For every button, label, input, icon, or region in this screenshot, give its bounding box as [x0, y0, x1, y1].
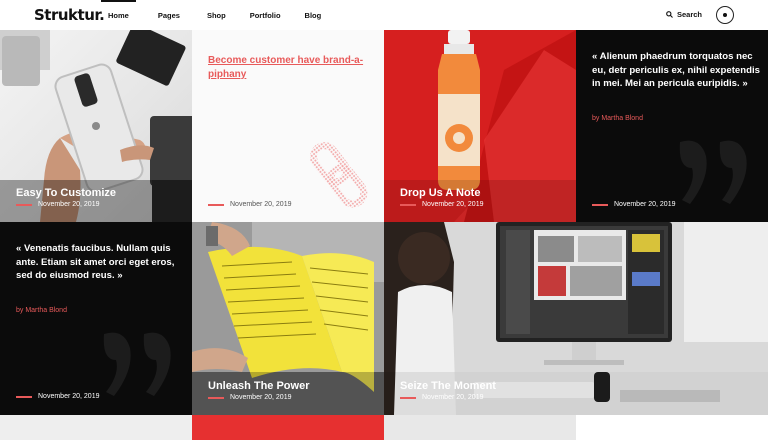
post-tile-unleash-the-power[interactable]: Unleash The Power November 20, 2019 [192, 222, 384, 415]
post-title[interactable]: Drop Us A Note [400, 187, 480, 199]
date-dash [400, 203, 416, 206]
post-date: November 20, 2019 [16, 201, 99, 208]
date-dash [400, 396, 416, 399]
post-tile-partial[interactable] [192, 415, 384, 440]
post-date-text: November 20, 2019 [614, 201, 676, 208]
quote-author[interactable]: by Martha Blond [592, 115, 643, 122]
post-title[interactable]: Easy To Customize [16, 187, 116, 199]
post-date: November 20, 2019 [208, 394, 291, 401]
quote-tile-alienum[interactable]: « Alienum phaedrum torquatos nec eu, det… [576, 30, 768, 222]
dark-mode-toggle[interactable] [716, 6, 734, 24]
post-date-text: November 20, 2019 [230, 201, 292, 208]
post-tile-seize-the-moment[interactable]: Seize The Moment November 20, 2019 [384, 222, 768, 415]
nav-pages[interactable]: Pages [151, 0, 187, 30]
post-title-link[interactable]: Become customer have brand-a-piphany [208, 54, 368, 82]
quote-mark-icon [103, 332, 171, 396]
main-nav: Home Pages Shop Portfolio Blog [101, 0, 328, 30]
search-label: Search [677, 10, 703, 19]
search-button[interactable]: Search [666, 10, 702, 19]
post-tile-partial[interactable] [0, 415, 192, 440]
post-tile-easy-to-customize[interactable]: Easy To Customize November 20, 2019 [0, 30, 192, 222]
post-date-text: November 20, 2019 [422, 394, 484, 401]
toggle-dot-icon [723, 13, 727, 17]
date-dash [208, 396, 224, 399]
date-dash [16, 203, 32, 206]
quote-author[interactable]: by Martha Blond [16, 307, 67, 314]
quote-tile-venenatis[interactable]: « Venenatis faucibus. Nullam quis ante. … [0, 222, 192, 415]
post-title[interactable]: Seize The Moment [400, 380, 496, 392]
post-title[interactable]: Unleash The Power [208, 380, 309, 392]
quote-text: « Alienum phaedrum torquatos nec eu, det… [592, 51, 760, 90]
nav-portfolio[interactable]: Portfolio [243, 0, 288, 30]
post-tile-drop-us-a-note[interactable]: Drop Us A Note November 20, 2019 [384, 30, 576, 222]
post-date: November 20, 2019 [400, 201, 483, 208]
post-date-text: November 20, 2019 [38, 393, 100, 400]
nav-home[interactable]: Home [101, 0, 136, 30]
site-header: Struktur. Home Pages Shop Portfolio Blog… [0, 0, 768, 30]
post-date: November 20, 2019 [208, 201, 291, 208]
quote-mark-icon [679, 140, 747, 204]
date-dash [16, 395, 32, 398]
site-logo[interactable]: Struktur. [34, 6, 105, 24]
link-icon [310, 142, 368, 208]
post-tile-brand-a-piphany[interactable]: Become customer have brand-a-piphany Nov… [192, 30, 384, 222]
date-dash [208, 203, 224, 206]
quote-text: « Venenatis faucibus. Nullam quis ante. … [16, 243, 175, 282]
post-date-text: November 20, 2019 [422, 201, 484, 208]
post-date: November 20, 2019 [16, 393, 99, 400]
search-icon [666, 11, 673, 18]
nav-blog[interactable]: Blog [298, 0, 329, 30]
post-date-text: November 20, 2019 [38, 201, 100, 208]
post-date: November 20, 2019 [400, 394, 483, 401]
date-dash [592, 203, 608, 206]
nav-shop[interactable]: Shop [200, 0, 233, 30]
post-date: November 20, 2019 [592, 201, 675, 208]
post-tile-partial[interactable] [576, 415, 768, 440]
post-tile-partial[interactable] [384, 415, 576, 440]
post-date-text: November 20, 2019 [230, 394, 292, 401]
